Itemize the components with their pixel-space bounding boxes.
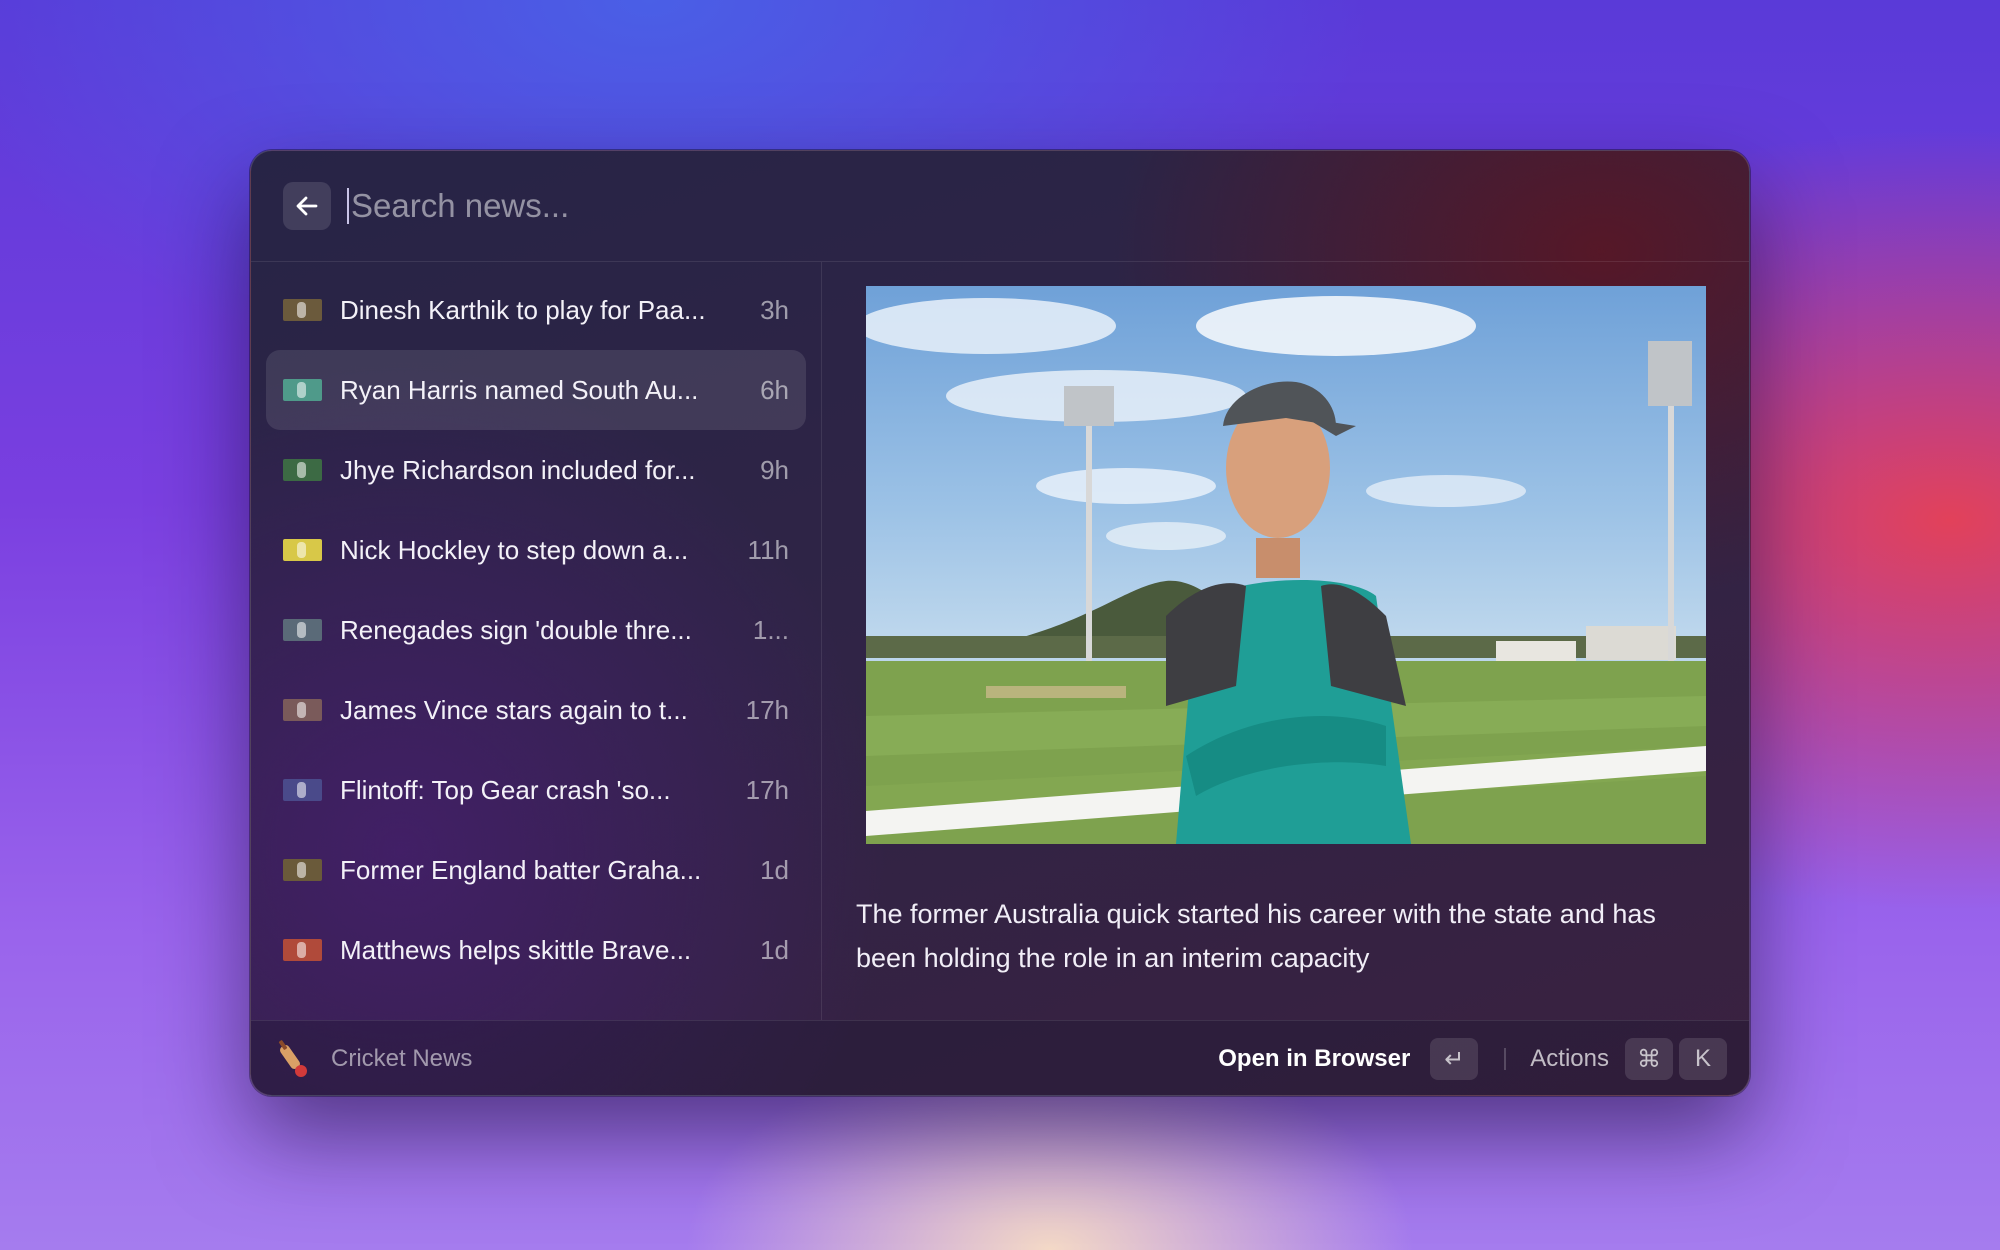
- news-title: Dinesh Karthik to play for Paa...: [340, 294, 706, 325]
- footer-divider: [1504, 1048, 1507, 1070]
- extension-name: Cricket News: [331, 1045, 473, 1072]
- news-time: 3h: [760, 294, 789, 325]
- enter-key-hint: ↵: [1430, 1038, 1479, 1080]
- news-list-item[interactable]: James Vince stars again to t... 17h: [266, 670, 806, 750]
- news-list-item[interactable]: Flintoff: Top Gear crash 'so... 17h: [266, 750, 806, 830]
- news-thumbnail: [283, 299, 322, 321]
- news-list-item[interactable]: Renegades sign 'double thre... 1...: [266, 590, 806, 670]
- detail-pane: The former Australia quick started his c…: [822, 262, 1749, 1020]
- raycast-window: Dinesh Karthik to play for Paa... 3h Ryan …: [250, 150, 1750, 1096]
- news-time: 1d: [760, 854, 789, 885]
- news-time: 17h: [745, 774, 789, 805]
- news-time: 1d: [760, 934, 789, 965]
- search-input[interactable]: [351, 187, 1251, 225]
- news-thumbnail: [283, 539, 322, 561]
- news-list: Dinesh Karthik to play for Paa... 3h Ryan …: [251, 262, 822, 1020]
- actions-button[interactable]: Actions: [1530, 1045, 1609, 1073]
- command-key-hint: ⌘: [1625, 1038, 1673, 1080]
- news-time: 9h: [760, 454, 789, 485]
- news-title: Matthews helps skittle Brave...: [340, 934, 692, 965]
- open-in-browser-button[interactable]: Open in Browser: [1218, 1045, 1410, 1073]
- cricket-bat-icon: [278, 1040, 307, 1077]
- news-title: Flintoff: Top Gear crash 'so...: [340, 774, 671, 805]
- search-bar: [251, 151, 1749, 262]
- news-thumbnail: [283, 619, 322, 641]
- news-title: Ryan Harris named South Au...: [340, 374, 699, 405]
- news-list-item[interactable]: Jhye Richardson included for... 9h: [266, 430, 806, 510]
- news-thumbnail: [283, 379, 322, 401]
- news-thumbnail: [283, 859, 322, 881]
- news-time: 17h: [745, 694, 789, 725]
- news-title: Nick Hockley to step down a...: [340, 534, 689, 565]
- news-time: 1...: [752, 614, 789, 645]
- news-thumbnail: [283, 459, 322, 481]
- news-list-item[interactable]: Matthews helps skittle Brave... 1d: [266, 910, 806, 990]
- news-time: 6h: [760, 374, 789, 405]
- news-time: 11h: [747, 534, 789, 565]
- back-button[interactable]: [283, 182, 331, 230]
- news-list-item[interactable]: Dinesh Karthik to play for Paa... 3h: [266, 270, 806, 350]
- news-list-item[interactable]: Nick Hockley to step down a... 11h: [266, 510, 806, 590]
- article-image: [866, 286, 1706, 844]
- action-bar: Cricket News Open in Browser ↵ Actions ⌘…: [251, 1020, 1749, 1095]
- text-caret: [347, 188, 349, 224]
- news-title: James Vince stars again to t...: [340, 694, 688, 725]
- news-thumbnail: [283, 779, 322, 801]
- article-summary: The former Australia quick started his c…: [856, 899, 1656, 973]
- news-title: Renegades sign 'double thre...: [340, 614, 692, 645]
- news-title: Jhye Richardson included for...: [340, 454, 696, 485]
- news-list-item[interactable]: Former England batter Graha... 1d: [266, 830, 806, 910]
- news-title: Former England batter Graha...: [340, 854, 702, 885]
- news-thumbnail: [283, 939, 322, 961]
- news-list-item[interactable]: Ryan Harris named South Au... 6h: [266, 350, 806, 430]
- k-key-hint: K: [1679, 1038, 1727, 1080]
- news-thumbnail: [283, 699, 322, 721]
- arrow-left-icon: [296, 196, 318, 216]
